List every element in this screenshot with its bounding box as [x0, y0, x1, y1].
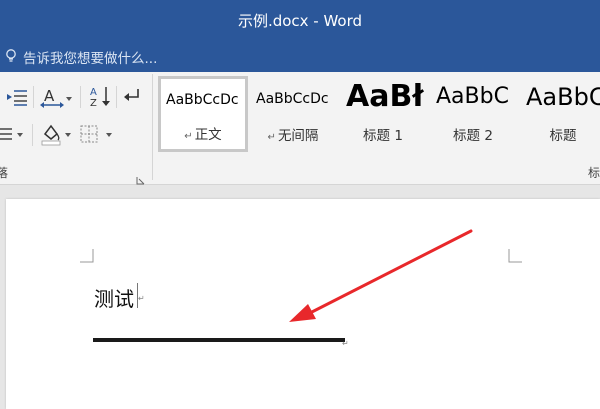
chevron-down-icon[interactable] — [65, 133, 71, 137]
dialog-launcher-icon[interactable] — [136, 170, 145, 185]
style-sample: AaBbC — [526, 83, 600, 111]
paragraph-mark-icon: ↵ — [342, 339, 349, 348]
styles-gallery: AaBbCcDc ↵ 正文 AaBbCcDc ↵ 无间隔 AaBł 标题 1 AaB… — [158, 76, 600, 154]
chevron-down-icon[interactable] — [66, 97, 72, 101]
line-spacing-icon[interactable] — [0, 126, 14, 142]
paragraph-mark-icon: ↵ — [184, 131, 193, 142]
toolbar-separator — [32, 124, 33, 146]
style-title[interactable]: AaBbC 标题 — [520, 78, 600, 148]
document-text[interactable]: 测试 — [94, 283, 134, 312]
tell-me-bar[interactable]: 告诉我您想要做什么... — [0, 40, 600, 72]
svg-text:Z: Z — [90, 98, 97, 108]
text-direction-icon[interactable]: A — [40, 86, 66, 108]
crop-mark-top-left — [80, 249, 94, 263]
tell-me-input[interactable]: 告诉我您想要做什么... — [23, 47, 157, 67]
ribbon: A A Z 落 AaBbCcDc ↵ 正文 AaBbCcDc ↵ 无间隔 AaB… — [0, 72, 600, 185]
style-sample: AaBbCcDc — [256, 91, 329, 107]
style-name: 标题 2 — [453, 128, 493, 144]
style-sample: AaBbC — [436, 84, 509, 109]
toolbar-separator — [33, 86, 34, 108]
styles-group-label: 标 — [588, 166, 600, 180]
style-name: ↵ 无间隔 — [267, 128, 319, 144]
window-title: 示例.docx - Word — [237, 12, 363, 30]
lightbulb-icon — [3, 48, 19, 64]
increase-indent-icon[interactable] — [6, 88, 28, 106]
style-normal[interactable]: AaBbCcDc ↵ 正文 — [158, 76, 248, 152]
sort-icon[interactable]: A Z — [88, 84, 112, 108]
toolbar-separator — [80, 86, 81, 108]
document-area — [0, 185, 600, 409]
chevron-down-icon[interactable] — [106, 133, 112, 137]
crop-mark-top-right — [508, 249, 522, 263]
style-sample: AaBbCcDc — [166, 92, 239, 108]
show-marks-icon[interactable] — [122, 86, 142, 106]
style-name: ↵ 正文 — [184, 127, 222, 143]
style-no-spacing[interactable]: AaBbCcDc ↵ 无间隔 — [250, 78, 336, 148]
svg-text:A: A — [44, 87, 55, 105]
shading-icon[interactable] — [40, 122, 62, 146]
toolbar-separator — [116, 86, 117, 108]
borders-icon[interactable] — [80, 125, 98, 143]
paragraph-group-label: 落 — [0, 166, 9, 180]
group-separator — [152, 74, 153, 180]
style-name: 标题 1 — [363, 128, 403, 144]
style-heading-1[interactable]: AaBł 标题 1 — [340, 78, 426, 148]
style-sample: AaBł — [346, 79, 424, 114]
svg-text:A: A — [90, 87, 97, 98]
style-name: 标题 — [549, 128, 577, 144]
paragraph-mark-icon: ↵ — [267, 132, 276, 143]
title-bar: 示例.docx - Word — [0, 0, 600, 40]
paragraph-mark-icon: ↵ — [138, 294, 145, 303]
chevron-down-icon[interactable] — [17, 133, 23, 137]
style-heading-2[interactable]: AaBbC 标题 2 — [430, 78, 516, 148]
horizontal-rule-line — [93, 338, 345, 342]
